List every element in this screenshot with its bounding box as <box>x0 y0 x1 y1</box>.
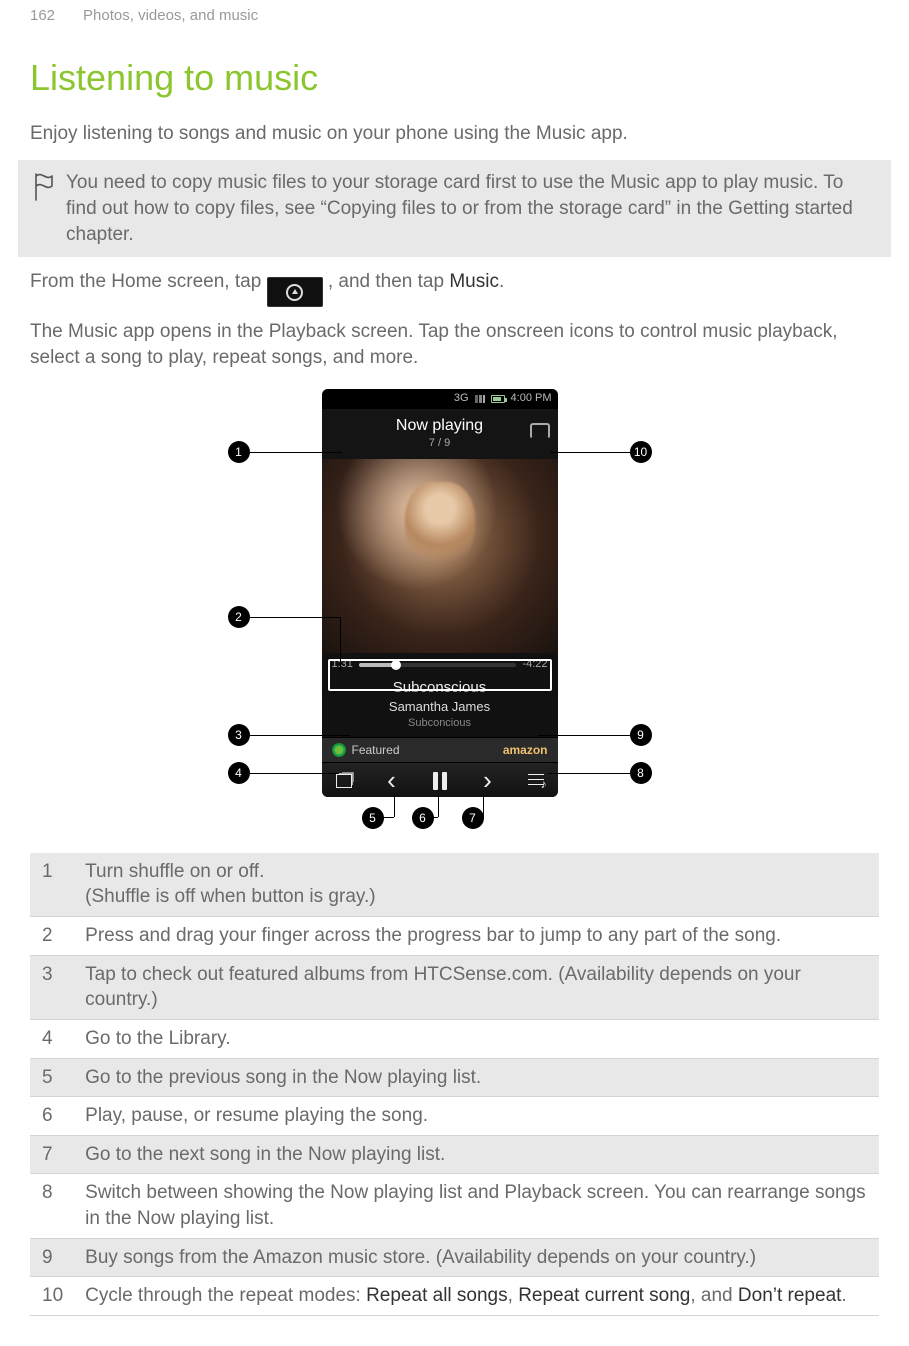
album-art <box>322 459 558 653</box>
artist-name: Samantha James <box>322 698 558 716</box>
page-header: 162 Photos, videos, and music <box>30 6 879 26</box>
callout-5: 5 <box>362 807 384 829</box>
album-name: Subconcious <box>322 716 558 731</box>
time-remaining: -4:22 <box>522 657 547 672</box>
section-title: Photos, videos, and music <box>83 6 258 26</box>
callout-9: 9 <box>630 724 652 746</box>
callout-2: 2 <box>228 606 250 628</box>
play-pause-button[interactable] <box>428 769 452 793</box>
legend-row: 4Go to the Library. <box>30 1019 879 1058</box>
playlist-button[interactable] <box>524 769 548 793</box>
callout-10: 10 <box>630 441 652 463</box>
music-link: Music <box>449 271 499 292</box>
next-button[interactable]: › <box>476 769 500 793</box>
callout-8: 8 <box>630 762 652 784</box>
note-text: You need to copy music files to your sto… <box>66 170 877 247</box>
track-title: Subconscious <box>322 678 558 698</box>
legend-row: 2Press and drag your finger across the p… <box>30 916 879 955</box>
step-paragraph: From the Home screen, tap , and then tap… <box>30 269 879 307</box>
callout-3: 3 <box>228 724 250 746</box>
callout-6: 6 <box>412 807 434 829</box>
legend-row: 10 Cycle through the repeat modes: Repea… <box>30 1277 879 1316</box>
legend-row: 6Play, pause, or resume playing the song… <box>30 1097 879 1136</box>
track-count: 7 / 9 <box>429 436 450 451</box>
description-paragraph: The Music app opens in the Playback scre… <box>30 319 879 370</box>
featured-button[interactable]: Featured <box>352 742 400 758</box>
legend-row: 7Go to the next song in the Now playing … <box>30 1135 879 1174</box>
now-playing-header: Now playing 7 / 9 <box>322 409 558 459</box>
legend-row: 1Turn shuffle on or off.(Shuffle is off … <box>30 853 879 917</box>
page-title: Listening to music <box>30 54 879 103</box>
intro-text: Enjoy listening to songs and music on yo… <box>30 121 879 147</box>
legend-row: 5Go to the previous song in the Now play… <box>30 1058 879 1097</box>
repeat-icon[interactable] <box>530 423 550 439</box>
amazon-button[interactable]: amazon <box>503 742 548 758</box>
callout-7: 7 <box>462 807 484 829</box>
legend-row: 8Switch between showing the Now playing … <box>30 1174 879 1238</box>
note-callout: You need to copy music files to your sto… <box>18 160 891 257</box>
flag-icon <box>32 172 56 247</box>
legend-row: 9Buy songs from the Amazon music store. … <box>30 1238 879 1277</box>
signal-icon <box>475 395 485 403</box>
htc-logo-icon <box>332 743 346 757</box>
playback-controls: ‹ › <box>322 763 558 797</box>
clock: 4:00 PM <box>511 391 552 406</box>
screenshot-figure: 3G 4:00 PM Now playing 7 / 9 1:31 -4:22 … <box>190 389 720 829</box>
progress-bar[interactable]: 1:31 -4:22 <box>322 653 558 674</box>
now-playing-title: Now playing <box>396 415 483 437</box>
all-apps-icon <box>267 277 323 307</box>
battery-icon <box>491 395 505 403</box>
callout-4: 4 <box>228 762 250 784</box>
legend-table: 1Turn shuffle on or off.(Shuffle is off … <box>30 853 879 1316</box>
previous-button[interactable]: ‹ <box>380 769 404 793</box>
store-row: Featured amazon <box>322 737 558 763</box>
callout-1: 1 <box>228 441 250 463</box>
time-elapsed: 1:31 <box>332 657 353 672</box>
legend-row: 3Tap to check out featured albums from H… <box>30 955 879 1019</box>
page-number: 162 <box>30 6 55 26</box>
phone-screenshot: 3G 4:00 PM Now playing 7 / 9 1:31 -4:22 … <box>322 389 558 797</box>
status-bar: 3G 4:00 PM <box>322 389 558 409</box>
